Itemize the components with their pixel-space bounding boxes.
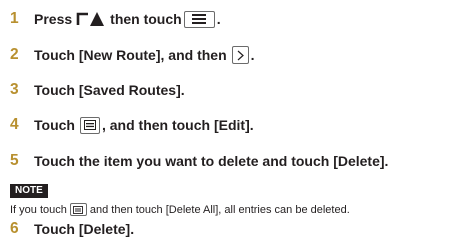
step-number: 6: [10, 220, 19, 237]
note-text-part: and then touch [Delete All], all entries…: [89, 203, 350, 216]
chevron-right-icon: [231, 46, 249, 64]
step-text-part: Press: [34, 11, 73, 27]
step-text: Press then touch .: [34, 10, 221, 28]
step-3: 3 Touch [Saved Routes].: [10, 78, 185, 102]
step-number: 3: [10, 81, 19, 98]
note-text-part: If you touch: [10, 203, 67, 216]
step-text-part: .: [216, 11, 221, 27]
step-number: 4: [10, 116, 19, 133]
step-4: 4 Touch , and then touch [Edit].: [10, 113, 254, 137]
step-5: 5 Touch the item you want to delete and …: [10, 149, 388, 173]
step-text: Touch [Delete].: [34, 221, 135, 237]
step-text: Touch [Saved Routes].: [34, 82, 185, 98]
note-text: If you touch and then touch [Delete All]…: [10, 202, 350, 217]
step-number: 5: [10, 152, 19, 169]
list-icon: [69, 203, 87, 216]
step-number: 1: [10, 10, 19, 27]
step-text-part: Touch: [34, 117, 75, 133]
menu-icon: [183, 10, 215, 28]
step-text: Touch [New Route], and then .: [34, 46, 255, 64]
step-text-part: Touch [New Route], and then: [34, 47, 227, 63]
list-icon: [79, 116, 100, 134]
step-text: Touch the item you want to delete and to…: [34, 153, 389, 169]
step-text-part: , and then touch [Edit].: [101, 117, 254, 133]
navi-icon: [76, 12, 105, 26]
step-text-part: .: [250, 47, 255, 63]
step-number: 2: [10, 46, 19, 63]
step-6: 6 Touch [Delete].: [10, 217, 134, 241]
step-1: 1 Press then touch .: [10, 7, 221, 31]
step-2: 2 Touch [New Route], and then .: [10, 43, 255, 67]
step-text-part: then touch: [110, 11, 182, 27]
note-badge: NOTE: [10, 184, 48, 198]
step-text: Touch , and then touch [Edit].: [34, 116, 254, 134]
